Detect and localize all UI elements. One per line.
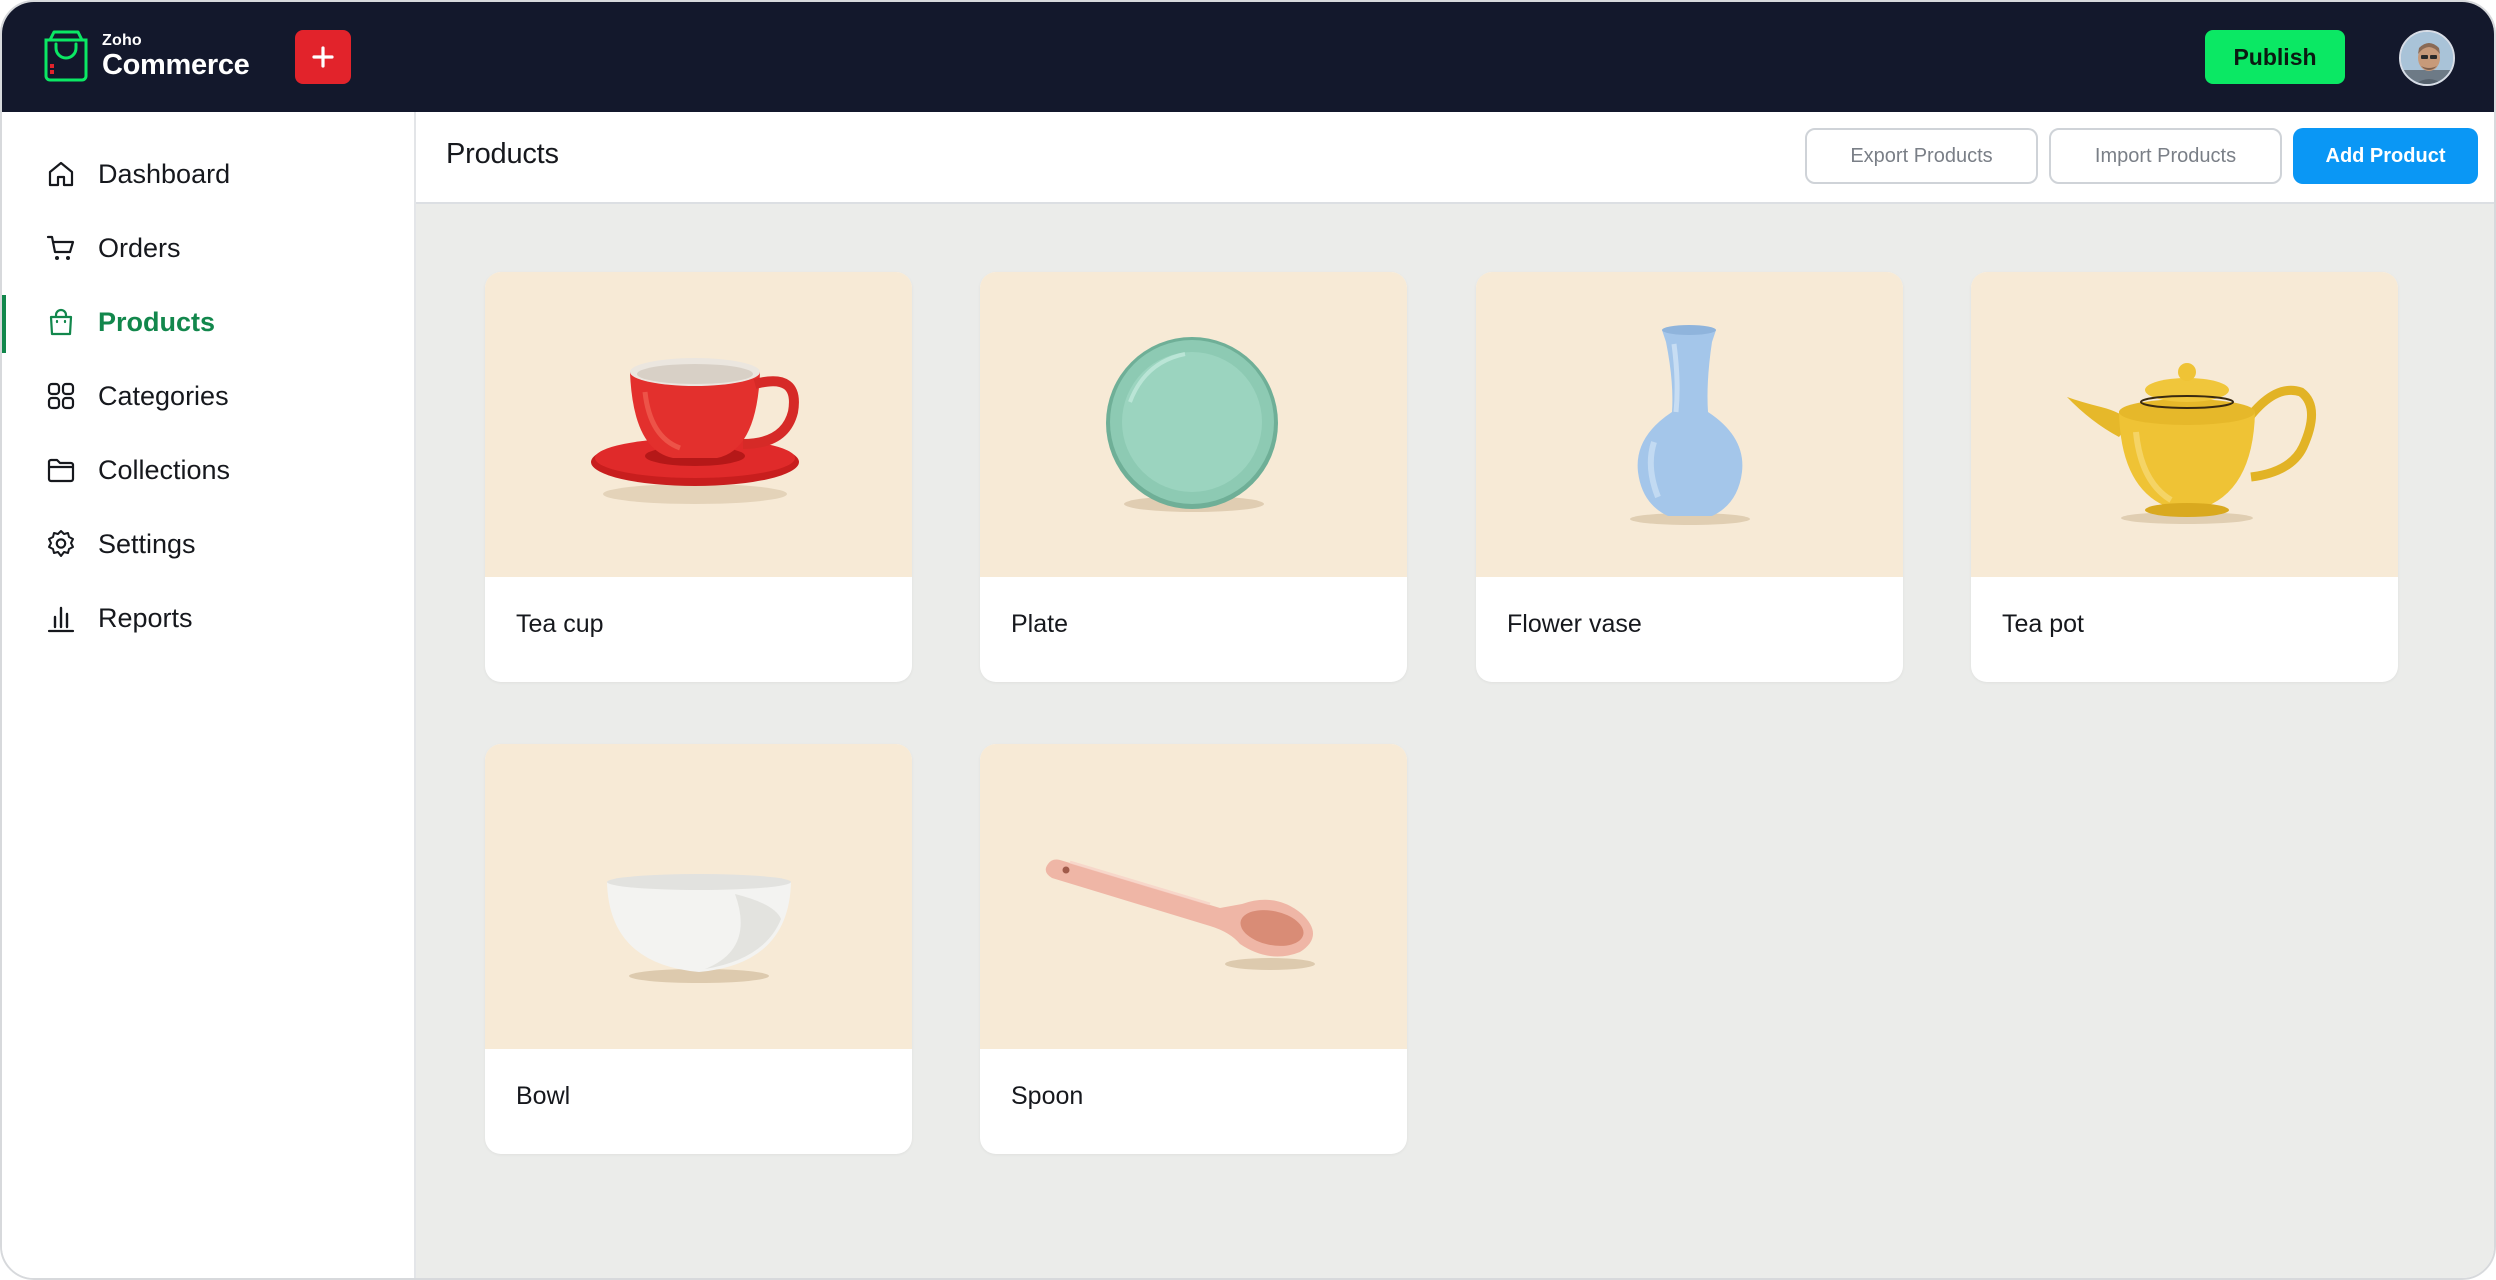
- sidebar-item-products[interactable]: Products: [2, 291, 414, 353]
- gear-icon: [45, 528, 77, 560]
- product-name: Tea pot: [2002, 610, 2085, 638]
- product-card-bowl[interactable]: Bowl: [485, 744, 912, 1154]
- product-card-spoon[interactable]: Spoon: [980, 744, 1407, 1154]
- sidebar-item-dashboard[interactable]: Dashboard: [2, 143, 414, 205]
- avatar-image: [2401, 32, 2453, 84]
- product-name: Tea cup: [516, 610, 604, 638]
- product-card-plate[interactable]: Plate: [980, 272, 1407, 682]
- products-grid: Tea cup Plate Flower vase Tea pot Bowl S…: [416, 204, 2494, 1278]
- sidebar-item-label: Collections: [98, 454, 231, 485]
- logo-commerce-text: Commerce: [102, 48, 250, 81]
- sidebar-item-settings[interactable]: Settings: [2, 513, 414, 575]
- product-image: [980, 272, 1407, 577]
- pink-spoon-image: [1045, 859, 1315, 970]
- product-image: [485, 272, 912, 577]
- zoho-commerce-logo[interactable]: Zoho Commerce: [40, 30, 250, 82]
- shopping-bag-icon: [45, 306, 77, 338]
- top-bar: Zoho Commerce Publish: [2, 2, 2494, 112]
- product-card-tea-pot[interactable]: Tea pot: [1971, 272, 2398, 682]
- yellow-teapot-image: [2067, 363, 2316, 524]
- publish-button[interactable]: Publish: [2205, 30, 2345, 84]
- plus-icon: [312, 46, 334, 68]
- quick-create-button[interactable]: [295, 30, 351, 84]
- user-avatar[interactable]: [2399, 30, 2455, 86]
- app-window: Zoho Commerce Publish Dashboard Orders P…: [0, 0, 2496, 1280]
- export-products-button[interactable]: Export Products: [1805, 128, 2038, 184]
- product-image: [485, 744, 912, 1049]
- import-products-button[interactable]: Import Products: [2049, 128, 2282, 184]
- logo-bag-icon: [44, 30, 88, 82]
- product-name: Bowl: [516, 1082, 571, 1110]
- cart-icon: [45, 232, 77, 264]
- product-name: Spoon: [1011, 1082, 1084, 1110]
- product-card-tea-cup[interactable]: Tea cup: [485, 272, 912, 682]
- home-icon: [45, 158, 77, 190]
- product-card-flower-vase[interactable]: Flower vase: [1476, 272, 1903, 682]
- page-title: Products: [446, 138, 559, 170]
- sidebar: Dashboard Orders Products Categories Col…: [2, 112, 416, 1278]
- sidebar-item-reports[interactable]: Reports: [2, 587, 414, 649]
- sidebar-item-label: Orders: [98, 232, 181, 263]
- sidebar-item-label: Products: [98, 306, 216, 337]
- sidebar-item-label: Categories: [98, 380, 229, 411]
- product-image: [1476, 272, 1903, 577]
- blue-vase-image: [1630, 325, 1750, 525]
- page-header: Products Export Products Import Products…: [416, 112, 2494, 204]
- product-name: Plate: [1011, 610, 1068, 638]
- grid-icon: [45, 380, 77, 412]
- add-product-button[interactable]: Add Product: [2293, 128, 2478, 184]
- sidebar-item-orders[interactable]: Orders: [2, 217, 414, 279]
- green-plate-image: [1106, 337, 1278, 512]
- white-bowl-image: [607, 874, 791, 983]
- sidebar-item-label: Settings: [98, 528, 196, 559]
- sidebar-item-collections[interactable]: Collections: [2, 439, 414, 501]
- folder-icon: [45, 454, 77, 486]
- bar-chart-icon: [45, 602, 77, 634]
- sidebar-item-categories[interactable]: Categories: [2, 365, 414, 427]
- red-teacup-image: [591, 358, 799, 504]
- product-name: Flower vase: [1507, 610, 1642, 638]
- logo-zoho-text: Zoho: [102, 31, 142, 49]
- product-image: [1971, 272, 2398, 577]
- sidebar-item-label: Reports: [98, 602, 193, 633]
- product-image: [980, 744, 1407, 1049]
- sidebar-item-label: Dashboard: [98, 158, 231, 189]
